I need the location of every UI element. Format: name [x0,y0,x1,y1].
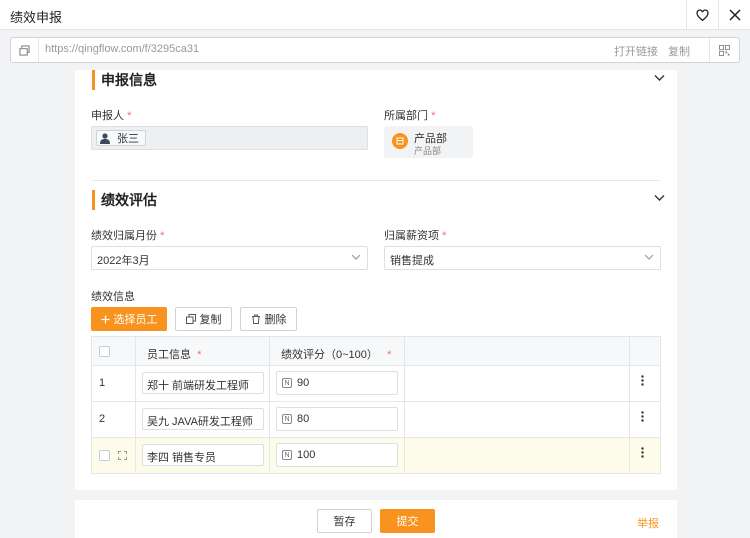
table-row: 李四 销售专员 N 100 [92,438,660,473]
save-draft-button[interactable]: 暂存 [317,509,372,533]
section-title-report-info: 申报信息 [92,70,157,90]
applicant-label: 申报人 * [91,110,132,122]
copy-icon [185,314,196,324]
chevron-down-icon [644,254,654,260]
heart-icon [696,8,709,21]
title-bar: 绩效申报 [0,0,750,30]
salary-select[interactable]: 销售提成 [384,246,661,270]
col-score-header: 绩效评分（0~100） * [281,349,392,361]
employee-input[interactable]: 吴九 JAVA研发工程师 [142,408,264,430]
dept-label: 所属部门 * [384,110,436,122]
form-footer: 暂存 提交 举报 [75,500,677,538]
row-checkbox[interactable] [99,450,110,461]
window-title: 绩效申报 [10,10,63,25]
select-employee-button[interactable]: 选择员工 [91,307,167,331]
score-input[interactable]: N 90 [276,371,398,395]
more-icon[interactable] [641,375,644,386]
employee-input[interactable]: 李四 销售专员 [142,444,264,466]
chevron-down-icon[interactable] [654,74,665,82]
more-icon[interactable] [641,411,644,422]
section-title-evaluation: 绩效评估 [92,190,157,210]
table-header: 员工信息 * 绩效评分（0~100） * [92,337,660,366]
employee-input[interactable]: 郑十 前端研发工程师 [142,372,264,394]
perf-info-label: 绩效信息 [91,291,135,303]
section-divider [92,180,660,181]
number-icon: N [282,414,292,424]
favorite-button[interactable] [686,0,718,30]
url-text[interactable]: https://qingflow.com/f/3295ca31 [45,43,199,55]
chevron-down-icon[interactable] [654,194,665,202]
applicant-field[interactable]: 张三 [91,126,368,150]
performance-table: 员工信息 * 绩效评分（0~100） * 1 郑十 前端研发工程师 N 90 2 … [91,336,661,474]
score-input[interactable]: N 80 [276,407,398,431]
qrcode-button[interactable] [709,38,739,62]
table-row: 1 郑十 前端研发工程师 N 90 [92,366,660,402]
salary-label: 归属薪资项 * [384,230,447,242]
table-row: 2 吴九 JAVA研发工程师 N 80 [92,402,660,438]
window-icon [11,38,39,62]
user-avatar-icon [100,133,110,144]
select-all-checkbox[interactable] [99,346,110,357]
form-card: 申报信息 申报人 * 张三 所属部门 * 产品部 产品部 绩效评估 绩效归属月份… [75,70,677,490]
trash-icon [251,314,260,324]
chevron-down-icon [351,254,361,260]
more-icon[interactable] [641,447,644,458]
delete-row-button[interactable]: 删除 [240,307,297,331]
qrcode-icon [719,44,730,56]
close-button[interactable] [718,0,750,30]
submit-button[interactable]: 提交 [380,509,435,533]
copy-link-button[interactable]: 复制 [668,43,690,59]
month-label: 绩效归属月份 * [91,230,165,242]
col-employee-header: 员工信息 * [147,349,202,361]
applicant-tag[interactable]: 张三 [96,130,146,146]
number-icon: N [282,450,292,460]
dept-sub: 产品部 [414,146,442,156]
close-icon [728,9,741,21]
open-link-button[interactable]: 打开链接 [614,43,658,59]
plus-icon [101,315,109,323]
copy-row-button[interactable]: 复制 [175,307,232,331]
building-icon [392,133,408,149]
report-link[interactable]: 举报 [637,515,659,531]
number-icon: N [282,378,292,388]
score-input[interactable]: N 100 [276,443,398,467]
expand-icon[interactable] [118,451,127,460]
month-select[interactable]: 2022年3月 [91,246,368,270]
dept-field[interactable]: 产品部 产品部 [384,126,473,158]
url-bar: https://qingflow.com/f/3295ca31 打开链接 复制 [10,37,740,63]
